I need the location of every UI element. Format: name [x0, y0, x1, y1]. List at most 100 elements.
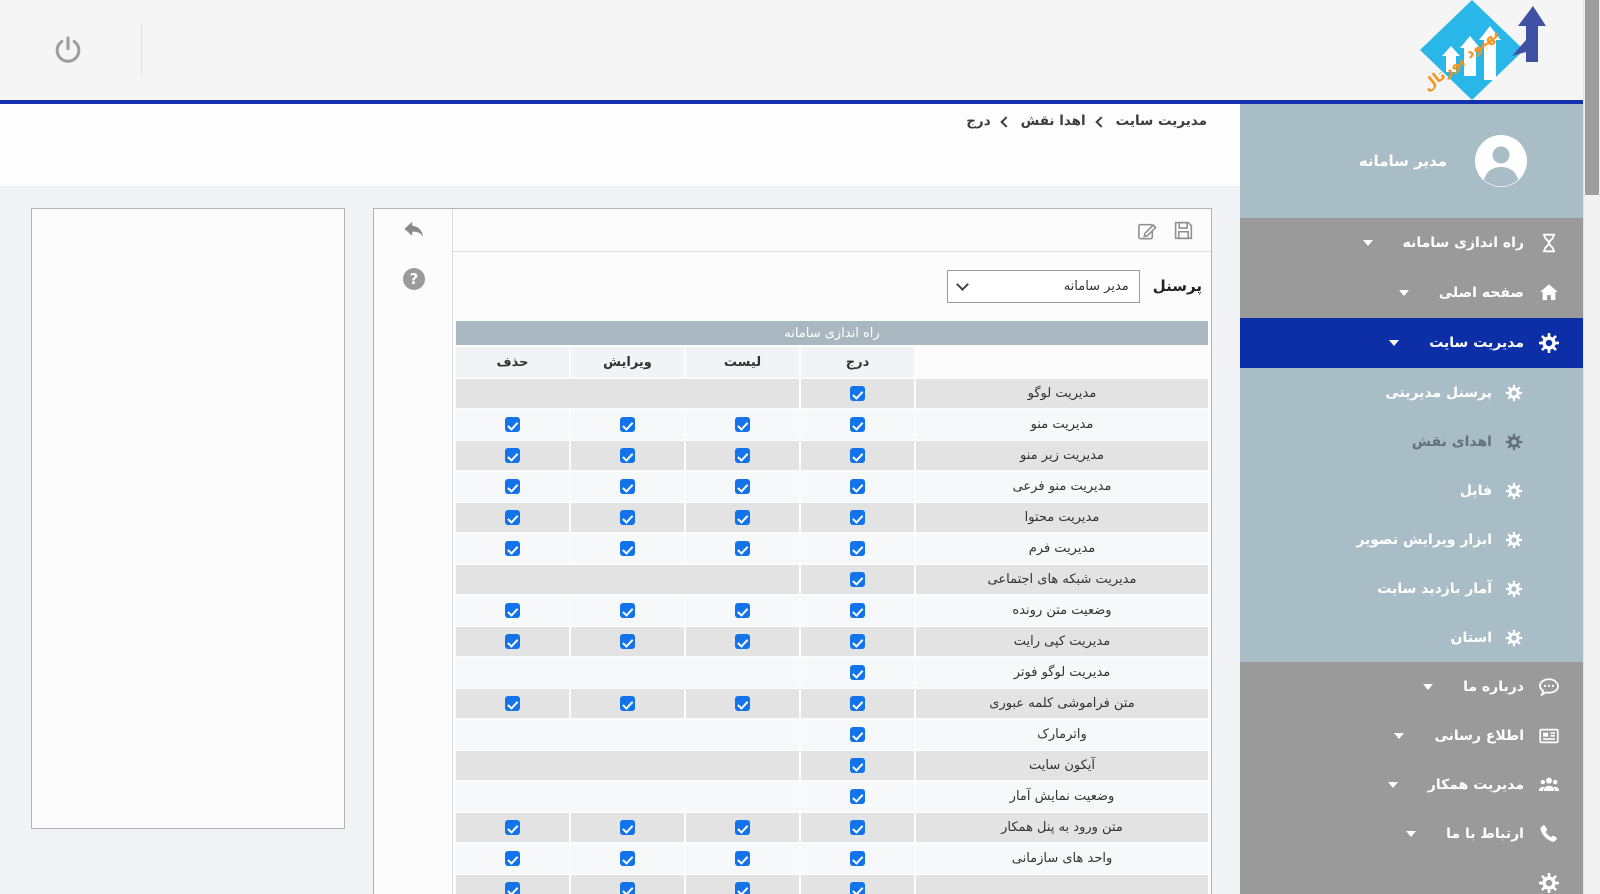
- sidebar-item[interactable]: ارتباط با ما: [1240, 809, 1584, 858]
- permission-checkbox[interactable]: [505, 510, 520, 525]
- permission-cell: [571, 689, 684, 718]
- permission-checkbox[interactable]: [850, 417, 865, 432]
- permission-checkbox[interactable]: [620, 603, 635, 618]
- sidebar-item[interactable]: مدیریت سایت: [1240, 318, 1584, 368]
- permission-name: مدیریت لوگو فوتر: [916, 658, 1208, 687]
- sidebar-item[interactable]: اطلاع رسانی: [1240, 711, 1584, 760]
- sidebar-item[interactable]: راه اندازی سامانه: [1240, 218, 1584, 268]
- sidebar-profile[interactable]: مدیر سامانه: [1240, 104, 1584, 218]
- page-scrollbar[interactable]: [1583, 0, 1600, 894]
- personnel-select[interactable]: مدیر سامانه: [947, 270, 1140, 303]
- permission-checkbox[interactable]: [850, 882, 865, 894]
- table-row: مدیریت منو فرعی: [456, 472, 1208, 501]
- breadcrumb-item[interactable]: مدیریت سایت: [1116, 113, 1207, 129]
- permission-checkbox[interactable]: [735, 882, 750, 894]
- back-button[interactable]: [402, 219, 426, 243]
- permission-checkbox[interactable]: [505, 820, 520, 835]
- permission-checkbox[interactable]: [620, 696, 635, 711]
- permission-checkbox[interactable]: [505, 448, 520, 463]
- permission-checkbox[interactable]: [620, 882, 635, 894]
- permission-checkbox[interactable]: [620, 541, 635, 556]
- permission-checkbox[interactable]: [620, 479, 635, 494]
- sidebar-item[interactable]: صفحه اصلی: [1240, 268, 1584, 318]
- save-button[interactable]: [1173, 220, 1194, 241]
- permission-checkbox[interactable]: [850, 696, 865, 711]
- permission-checkbox[interactable]: [735, 851, 750, 866]
- permission-checkbox[interactable]: [505, 696, 520, 711]
- permission-checkbox[interactable]: [735, 603, 750, 618]
- permission-checkbox[interactable]: [735, 541, 750, 556]
- permission-checkbox[interactable]: [850, 386, 865, 401]
- permission-checkbox[interactable]: [505, 541, 520, 556]
- permission-checkbox[interactable]: [850, 541, 865, 556]
- permission-cell: [456, 813, 569, 842]
- sidebar-item-label: ابزار ویرایش تصویر: [1356, 532, 1492, 548]
- sidebar-item[interactable]: ابزار ویرایش تصویر: [1240, 515, 1584, 564]
- sidebar-item[interactable]: پرسنل مدیریتی: [1240, 368, 1584, 417]
- permission-checkbox[interactable]: [620, 851, 635, 866]
- permission-cell: [456, 844, 569, 873]
- permission-cell: [686, 472, 799, 501]
- sidebar-item[interactable]: مدیریت همکار: [1240, 760, 1584, 809]
- permission-checkbox[interactable]: [620, 510, 635, 525]
- permission-checkbox[interactable]: [850, 510, 865, 525]
- permission-cell: [571, 472, 684, 501]
- permission-checkbox[interactable]: [850, 634, 865, 649]
- permission-checkbox[interactable]: [505, 634, 520, 649]
- scrollbar-thumb[interactable]: [1585, 0, 1599, 195]
- permission-checkbox[interactable]: [735, 417, 750, 432]
- sidebar-item[interactable]: درباره ما: [1240, 662, 1584, 711]
- permission-cell: [801, 751, 914, 780]
- permission-checkbox[interactable]: [505, 479, 520, 494]
- help-button[interactable]: ?: [403, 268, 425, 290]
- permission-checkbox[interactable]: [735, 634, 750, 649]
- permission-checkbox[interactable]: [850, 603, 865, 618]
- edit-button[interactable]: [1137, 220, 1158, 241]
- power-button[interactable]: [52, 35, 84, 67]
- sidebar-item[interactable]: فایل: [1240, 466, 1584, 515]
- breadcrumb-item[interactable]: درج: [966, 113, 990, 129]
- permission-checkbox[interactable]: [620, 634, 635, 649]
- permission-checkbox[interactable]: [850, 448, 865, 463]
- permission-name: مدیریت کپی رایت: [916, 627, 1208, 656]
- sidebar-item[interactable]: [1240, 858, 1584, 894]
- sidebar-item[interactable]: آمار بازدید سایت: [1240, 564, 1584, 613]
- sidebar-item[interactable]: اهدای نقش: [1240, 417, 1584, 466]
- comment-icon: [1538, 676, 1560, 698]
- permission-checkbox[interactable]: [850, 479, 865, 494]
- permission-checkbox[interactable]: [620, 417, 635, 432]
- permission-checkbox[interactable]: [735, 510, 750, 525]
- permission-checkbox[interactable]: [505, 851, 520, 866]
- permission-checkbox[interactable]: [850, 820, 865, 835]
- permission-checkbox[interactable]: [505, 603, 520, 618]
- permission-checkbox[interactable]: [850, 727, 865, 742]
- permission-checkbox[interactable]: [620, 820, 635, 835]
- permission-checkbox[interactable]: [850, 758, 865, 773]
- permission-checkbox[interactable]: [850, 789, 865, 804]
- permission-cell: [571, 844, 684, 873]
- left-empty-panel: [31, 208, 345, 829]
- top-header: بهبود پورتال: [0, 0, 1600, 104]
- permission-checkbox[interactable]: [850, 851, 865, 866]
- permission-checkbox[interactable]: [735, 820, 750, 835]
- table-row: مدیریت لوگو فوتر: [456, 658, 1208, 687]
- permission-checkbox[interactable]: [850, 572, 865, 587]
- empty-merged-cell: [456, 720, 799, 749]
- permission-cell: [456, 441, 569, 470]
- permission-checkbox[interactable]: [735, 479, 750, 494]
- permission-checkbox[interactable]: [505, 882, 520, 894]
- permission-checkbox[interactable]: [850, 665, 865, 680]
- permission-checkbox[interactable]: [620, 448, 635, 463]
- permission-name: مدیریت فرم: [916, 534, 1208, 563]
- permission-name: وضعیت متن رونده: [916, 596, 1208, 625]
- sidebar-item[interactable]: استان: [1240, 613, 1584, 662]
- permission-cell: [801, 813, 914, 842]
- permission-cell: [571, 596, 684, 625]
- table-row: [456, 875, 1208, 894]
- empty-merged-cell: [456, 379, 799, 408]
- breadcrumb-item[interactable]: اهدا نقش: [1021, 113, 1086, 129]
- permission-checkbox[interactable]: [505, 417, 520, 432]
- table-row: آیکون سایت: [456, 751, 1208, 780]
- permission-checkbox[interactable]: [735, 448, 750, 463]
- permission-checkbox[interactable]: [735, 696, 750, 711]
